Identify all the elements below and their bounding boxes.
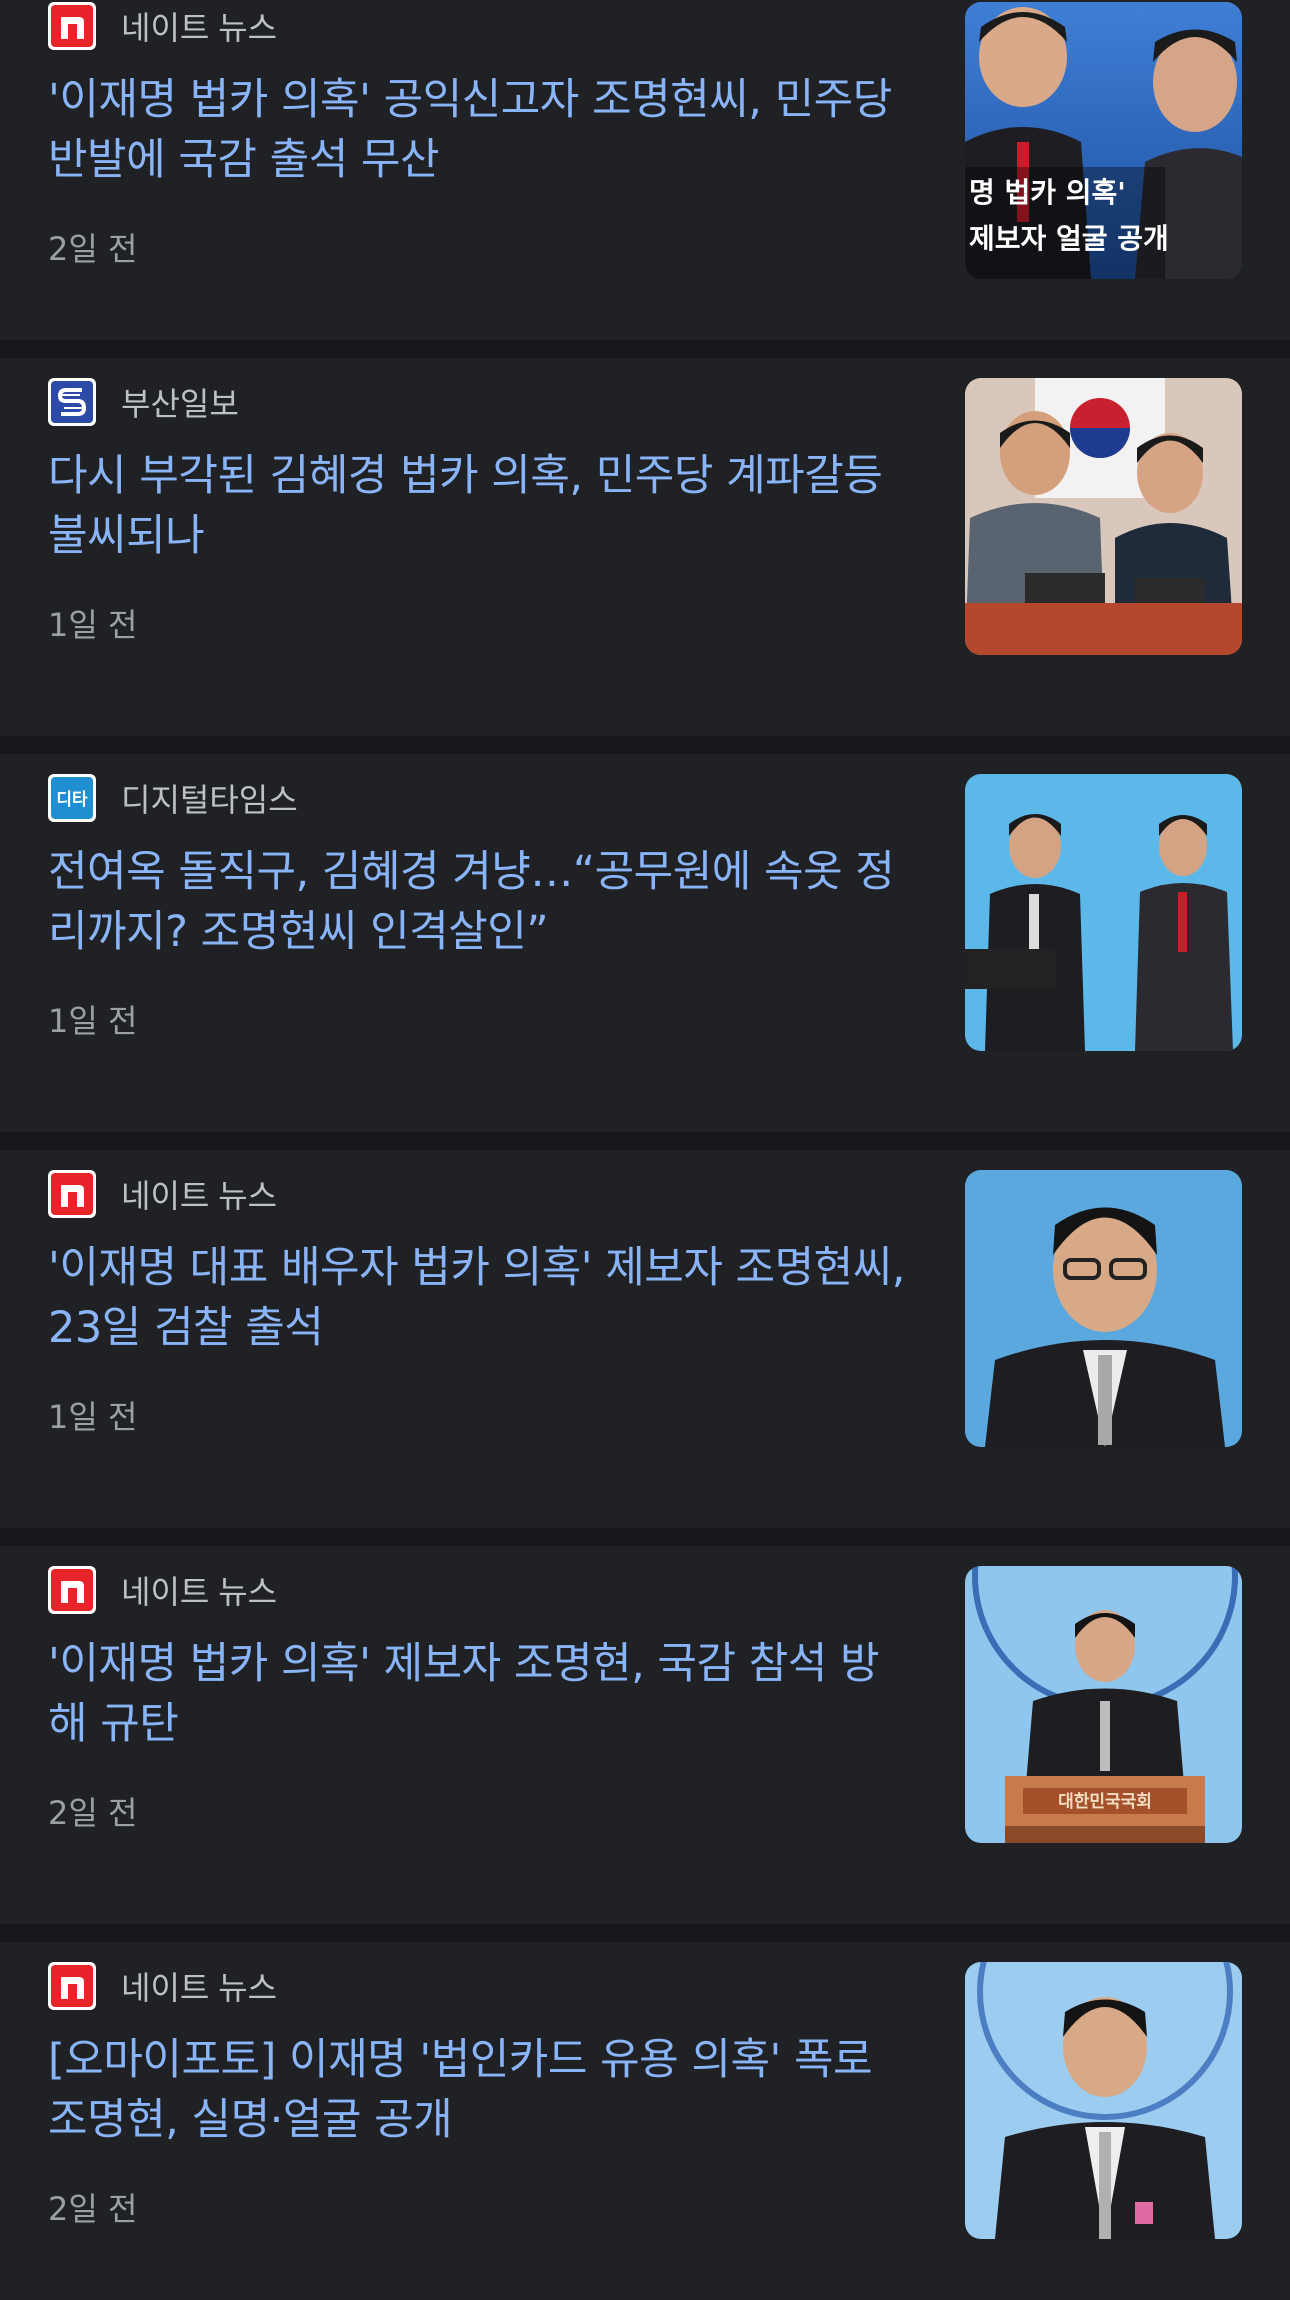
headline-link[interactable]: [오마이포토] 이재명 '법인카드 유용 의혹' 폭로 조명현, 실명·얼굴 공… <box>48 2030 918 2150</box>
news-source: 네이트 뉴스 <box>48 1962 277 2010</box>
article-thumbnail[interactable] <box>965 774 1242 1051</box>
news-source: 네이트 뉴스 <box>48 2 277 50</box>
thumb-caption: 제보자 얼굴 공개 <box>969 222 1169 255</box>
source-name: 네이트 뉴스 <box>121 1970 278 2006</box>
digital-times-logo: 디타 <box>48 774 96 822</box>
headline-link[interactable]: '이재명 법카 의혹' 제보자 조명현, 국감 참석 방해 규탄 <box>48 1634 918 1754</box>
source-name: 디지털타임스 <box>121 782 298 818</box>
news-source: 네이트 뉴스 <box>48 1566 277 1614</box>
news-card[interactable]: 네이트 뉴스 '이재명 법카 의혹' 공익신고자 조명현씨, 민주당 반발에 국… <box>0 0 1290 340</box>
nate-n-logo <box>48 2 96 50</box>
headline-link[interactable]: '이재명 대표 배우자 법카 의혹' 제보자 조명현씨, 23일 검찰 출석 <box>48 1238 918 1358</box>
headline-link[interactable]: 다시 부각된 김혜경 법카 의혹, 민주당 계파갈등 불씨되나 <box>48 446 918 566</box>
news-source: 디타 디지털타임스 <box>48 774 298 822</box>
headline-link[interactable]: '이재명 법카 의혹' 공익신고자 조명현씨, 민주당 반발에 국감 출석 무산 <box>48 70 918 190</box>
source-name: 네이트 뉴스 <box>121 10 278 46</box>
article-thumbnail[interactable]: 명 법카 의혹' 제보자 얼굴 공개 <box>965 2 1242 279</box>
timestamp: 2일 전 <box>48 2190 138 2228</box>
article-thumbnail[interactable] <box>965 378 1242 655</box>
thumb-sign: 대한민국국회 <box>1058 1792 1152 1812</box>
article-thumbnail[interactable] <box>965 1170 1242 1447</box>
nate-n-logo <box>48 1170 96 1218</box>
news-source: 부산일보 <box>48 378 239 426</box>
thumb-caption: 명 법카 의혹' <box>969 176 1126 209</box>
timestamp: 2일 전 <box>48 1794 138 1832</box>
news-feed: 네이트 뉴스 '이재명 법카 의혹' 공익신고자 조명현씨, 민주당 반발에 국… <box>0 0 1290 2300</box>
timestamp: 1일 전 <box>48 1398 138 1436</box>
news-card[interactable]: 네이트 뉴스 '이재명 법카 의혹' 제보자 조명현, 국감 참석 방해 규탄 … <box>0 1546 1290 1924</box>
source-name: 부산일보 <box>121 386 239 422</box>
news-card[interactable]: 네이트 뉴스 [오마이포토] 이재명 '법인카드 유용 의혹' 폭로 조명현, … <box>0 1942 1290 2300</box>
busan-ilbo-logo <box>48 378 96 426</box>
timestamp: 1일 전 <box>48 606 138 644</box>
article-thumbnail[interactable]: 대한민국국회 <box>965 1566 1242 1843</box>
logo-text: 디타 <box>56 790 88 810</box>
article-thumbnail[interactable] <box>965 1962 1242 2239</box>
news-card[interactable]: 디타 디지털타임스 전여옥 돌직구, 김혜경 겨냥…“공무원에 속옷 정리까지?… <box>0 754 1290 1132</box>
source-name: 네이트 뉴스 <box>121 1178 278 1214</box>
news-source: 네이트 뉴스 <box>48 1170 277 1218</box>
nate-n-logo <box>48 1566 96 1614</box>
news-card[interactable]: 부산일보 다시 부각된 김혜경 법카 의혹, 민주당 계파갈등 불씨되나 1일 … <box>0 358 1290 736</box>
source-name: 네이트 뉴스 <box>121 1574 278 1610</box>
news-card[interactable]: 네이트 뉴스 '이재명 대표 배우자 법카 의혹' 제보자 조명현씨, 23일 … <box>0 1150 1290 1528</box>
nate-n-logo <box>48 1962 96 2010</box>
timestamp: 1일 전 <box>48 1002 138 1040</box>
headline-link[interactable]: 전여옥 돌직구, 김혜경 겨냥…“공무원에 속옷 정리까지? 조명현씨 인격살인… <box>48 842 918 962</box>
timestamp: 2일 전 <box>48 230 138 268</box>
